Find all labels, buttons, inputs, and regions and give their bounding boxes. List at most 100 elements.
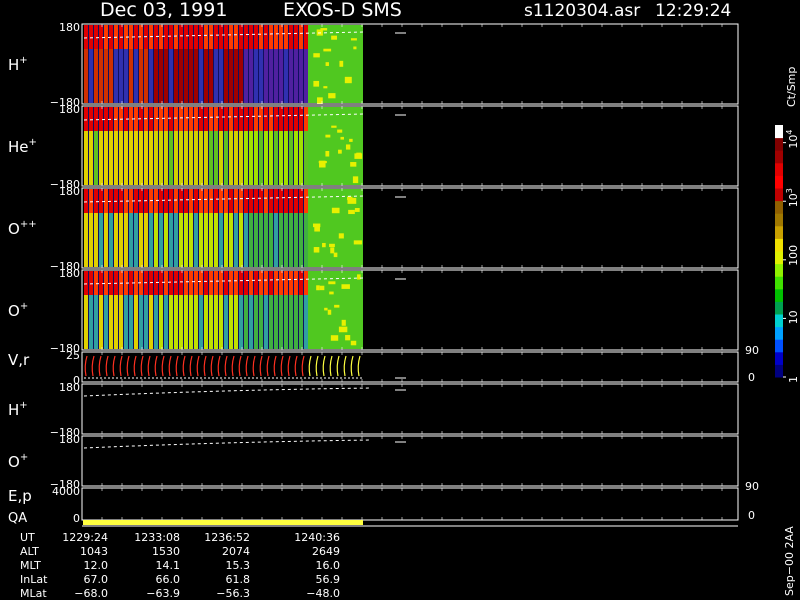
yellow-speckle: [348, 209, 355, 215]
stripe-top: [104, 25, 108, 49]
panel-ep: 4000 0 E,p 90 0: [8, 480, 759, 525]
panel-label: H+: [8, 400, 28, 419]
ephemeris-label: UT: [20, 531, 35, 544]
yellow-speckle: [338, 326, 348, 333]
stripe-mid: [194, 49, 198, 103]
stripe-gap: [153, 189, 154, 267]
stripe-top: [179, 25, 183, 49]
vr-arc: [280, 355, 284, 377]
stripe-mid: [219, 131, 223, 185]
stripe-mid: [299, 131, 303, 185]
stripe-gap: [243, 271, 244, 349]
stripe-gap: [298, 25, 299, 103]
yellow-speckle: [345, 335, 351, 341]
stripe-gap: [228, 107, 229, 185]
stripe-mid: [244, 131, 248, 185]
yellow-speckle: [353, 46, 357, 50]
stripe-mid: [254, 295, 258, 349]
stripe-gap: [253, 25, 254, 103]
stripe-mid: [264, 49, 268, 103]
ephemeris-value: 15.3: [226, 559, 251, 572]
stripe-top: [184, 271, 188, 295]
colorbar-unit: Ct/Smp: [785, 67, 798, 107]
stripe-gap: [248, 189, 249, 267]
yellow-speckle: [337, 129, 343, 133]
stripe-mid: [174, 49, 178, 103]
stripe-top: [224, 271, 228, 295]
stripe-mid: [294, 131, 298, 185]
stripe-top: [159, 189, 163, 213]
panel-label-base: H: [8, 401, 19, 419]
stripe-top: [89, 189, 93, 213]
y-tick-top: 180: [59, 103, 80, 116]
stripe-gap: [108, 25, 109, 103]
stripe-gap: [283, 271, 284, 349]
stripe-gap: [93, 271, 94, 349]
stripe-mid: [279, 295, 283, 349]
stripe-gap: [143, 107, 144, 185]
stripe-gap: [273, 271, 274, 349]
stripe-top: [99, 189, 103, 213]
stripe-gap: [88, 107, 89, 185]
stripe-gap: [168, 271, 169, 349]
colorbar-swatch: [775, 150, 783, 164]
stripe-gap: [208, 271, 209, 349]
panel-qa: QA: [8, 511, 738, 527]
stripe-top: [94, 107, 98, 131]
stripe-gap: [113, 271, 114, 349]
stripe-mid: [109, 213, 113, 267]
stripe-mid: [299, 295, 303, 349]
stripe-mid: [304, 213, 308, 267]
yellow-speckle: [319, 285, 325, 291]
vr-arc: [238, 355, 242, 377]
stripe-top: [294, 271, 298, 295]
stripe-mid: [124, 49, 128, 103]
stripe-gap: [203, 271, 204, 349]
yellow-speckle: [331, 35, 338, 40]
vr-arc: [252, 355, 256, 377]
stripe-mid: [199, 213, 203, 267]
qa-bar: [83, 520, 363, 525]
stripe-mid: [304, 295, 308, 349]
stripe-gap: [303, 189, 304, 267]
yellow-speckle: [331, 207, 340, 214]
vr-arc: [210, 355, 214, 377]
stripe-gap: [278, 107, 279, 185]
stripe-gap: [263, 189, 264, 267]
ephemeris-value: 1530: [152, 545, 180, 558]
stripe-top: [289, 25, 293, 49]
stripe-mid: [94, 213, 98, 267]
stripe-top: [239, 271, 243, 295]
plot-time: 12:29:24: [655, 1, 731, 21]
stripe-top: [164, 107, 168, 131]
colorbar-tick-base: 10: [787, 310, 800, 324]
yellow-speckle: [328, 281, 336, 285]
stripe-mid: [124, 131, 128, 185]
stripe-gap: [263, 107, 264, 185]
stripe-mid: [184, 213, 188, 267]
stripe-top: [234, 271, 238, 295]
stripe-mid: [229, 131, 233, 185]
stripe-top: [274, 271, 278, 295]
stripe-mid: [169, 213, 173, 267]
stripe-top: [159, 271, 163, 295]
colorbar-swatch: [775, 326, 783, 340]
stripe-mid: [129, 49, 133, 103]
stripe-mid: [199, 131, 203, 185]
stripe-gap: [268, 189, 269, 267]
stripe-mid: [114, 213, 118, 267]
stripe-gap: [168, 107, 169, 185]
stripe-mid: [179, 295, 183, 349]
stripe-gap: [288, 107, 289, 185]
stripe-top: [244, 107, 248, 131]
vr-arc: [105, 355, 109, 377]
stripe-mid: [169, 49, 173, 103]
stripe-gap: [238, 25, 239, 103]
stripe-top: [269, 189, 273, 213]
stripe-top: [304, 25, 308, 49]
stripe-top: [104, 107, 108, 131]
yellow-speckle: [350, 162, 357, 167]
stripe-mid: [269, 295, 273, 349]
stripe-mid: [229, 295, 233, 349]
panel-label-base: V,r: [8, 351, 30, 369]
